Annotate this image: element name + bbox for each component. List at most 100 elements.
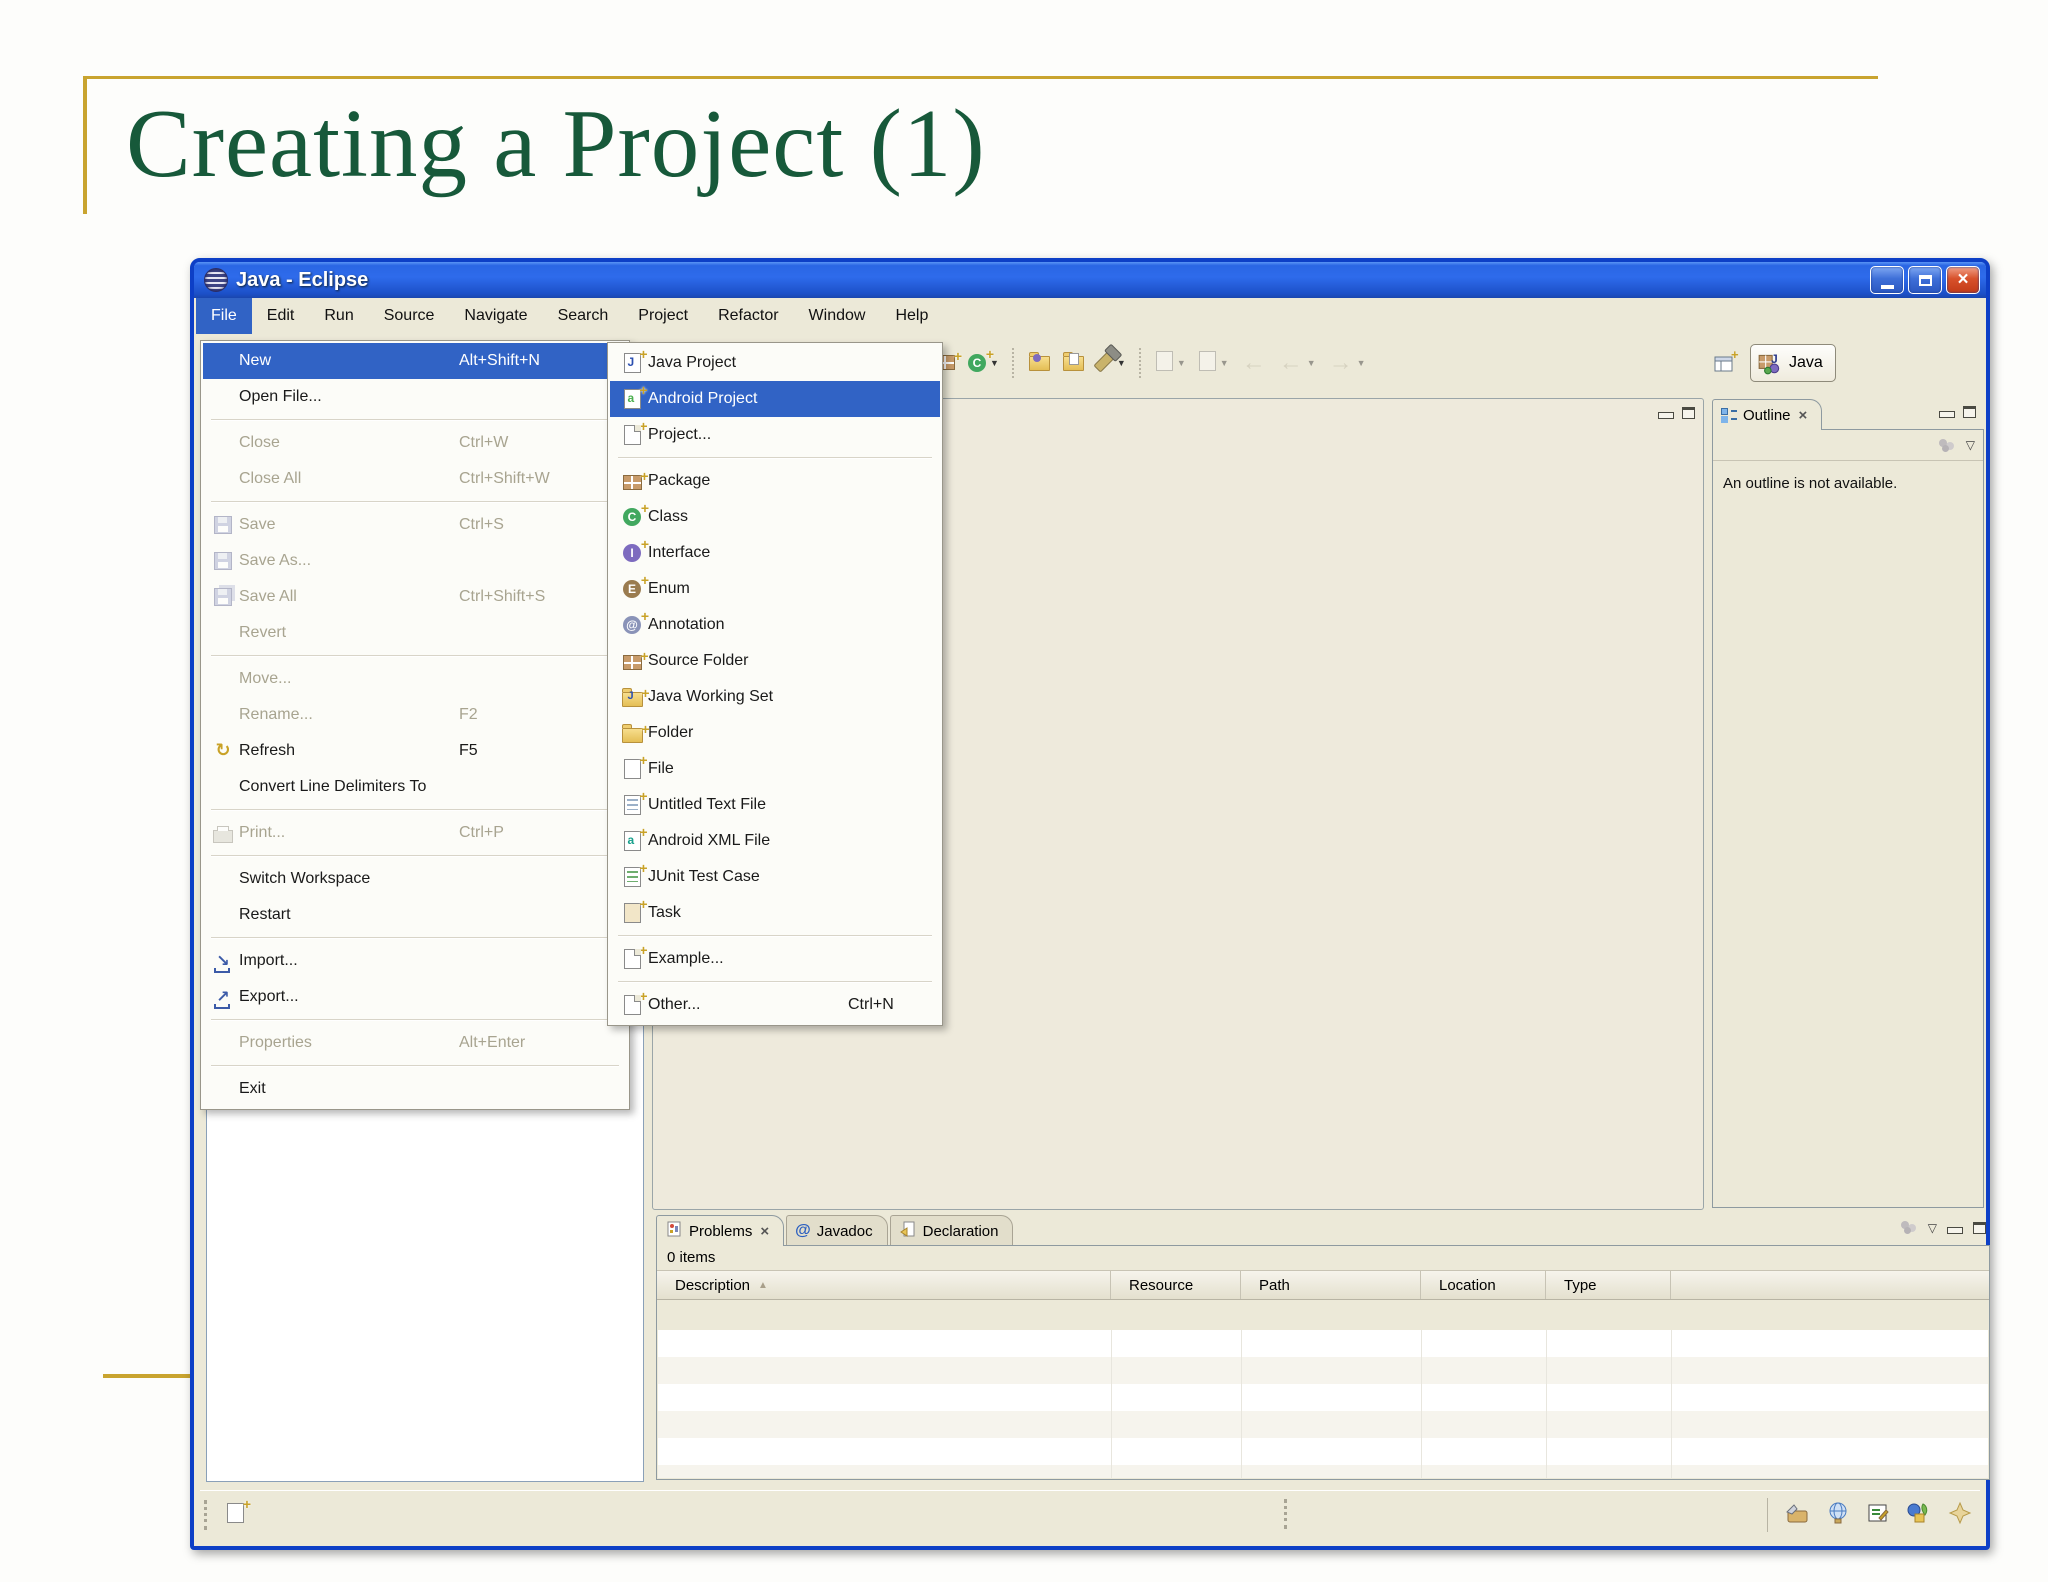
file-menu-item-import[interactable]: ↘ Import... [203, 943, 627, 979]
minimize-button[interactable] [1870, 266, 1904, 294]
back-button[interactable]: ← ▼ [1279, 351, 1316, 375]
open-perspective-button[interactable]: + [1710, 346, 1744, 378]
statusbar-grip-icon[interactable] [204, 1500, 211, 1530]
shapes-icon[interactable] [1906, 1502, 1932, 1529]
file-menu-item-convert-line-delimiters-to[interactable]: Convert Line Delimiters To▶ [203, 769, 627, 805]
star-icon[interactable] [1948, 1501, 1972, 1530]
file-menu-item-revert[interactable]: Revert [203, 615, 627, 651]
menu-window[interactable]: Window [794, 298, 881, 334]
new-submenu-item-class[interactable]: C + Class [610, 499, 940, 535]
outline-filter-icon[interactable] [1938, 438, 1956, 453]
file-menu-item-save-all[interactable]: Save All Ctrl+Shift+S [203, 579, 627, 615]
file-menu-item-exit[interactable]: Exit [203, 1071, 627, 1107]
minimize-editor-icon[interactable] [1658, 412, 1674, 419]
new-submenu-item-other[interactable]: + Other... Ctrl+N [610, 987, 940, 1023]
plugin-icon[interactable] [1784, 1502, 1810, 1529]
new-submenu-item-file[interactable]: + File [610, 751, 940, 787]
forward-button[interactable]: → ▼ [1329, 351, 1366, 375]
new-submenu-item-java-project[interactable]: J + Java Project [610, 345, 940, 381]
tasks-icon[interactable] [1866, 1502, 1890, 1529]
column-header-resource[interactable]: Resource [1111, 1271, 1241, 1299]
dropdown-arrow-icon[interactable]: ▼ [1220, 358, 1229, 368]
open-plugin-button[interactable] [1028, 351, 1050, 376]
file-menu-item-save[interactable]: Save Ctrl+S [203, 507, 627, 543]
new-submenu-item-source-folder[interactable]: + Source Folder [610, 643, 940, 679]
menu-run[interactable]: Run [309, 298, 368, 334]
window-titlebar[interactable]: Java - Eclipse × [194, 262, 1986, 298]
dropdown-arrow-icon[interactable]: ▼ [1117, 358, 1126, 368]
new-submenu-item-annotation[interactable]: @ + Annotation [610, 607, 940, 643]
new-submenu-item-enum[interactable]: E + Enum [610, 571, 940, 607]
maximize-outline-icon[interactable] [1963, 406, 1976, 418]
minimize-outline-icon[interactable] [1939, 411, 1955, 418]
new-submenu-item-java-working-set[interactable]: J + Java Working Set [610, 679, 940, 715]
menu-source[interactable]: Source [369, 298, 450, 334]
maximize-button[interactable] [1908, 266, 1942, 294]
new-class-button[interactable]: C + ▼ [968, 346, 999, 372]
minimize-problems-icon[interactable] [1947, 1226, 1963, 1234]
outline-view-menu-icon[interactable]: ▽ [1966, 438, 1975, 452]
junit-test-case-icon: + [616, 860, 648, 887]
file-menu-item-save-as[interactable]: Save As... [203, 543, 627, 579]
file-menu-item-switch-workspace[interactable]: Switch Workspace▶ [203, 861, 627, 897]
file-menu-item-move[interactable]: Move... [203, 661, 627, 697]
maximize-editor-icon[interactable] [1682, 407, 1695, 419]
column-header-path[interactable]: Path [1241, 1271, 1421, 1299]
last-edit-location-button[interactable]: ← [1242, 351, 1266, 375]
new-submenu-item-task[interactable]: + Task [610, 895, 940, 931]
close-outline-tab-icon[interactable]: × [1799, 407, 1808, 424]
menu-item-label: Folder [648, 724, 694, 741]
maximize-problems-icon[interactable] [1973, 1221, 1986, 1234]
tab-javadoc[interactable]: @ Javadoc [786, 1215, 888, 1246]
new-submenu-item-android-xml-file[interactable]: a + Android XML File [610, 823, 940, 859]
menu-search[interactable]: Search [543, 298, 624, 334]
new-submenu-item-interface[interactable]: I + Interface [610, 535, 940, 571]
file-menu-item-rename[interactable]: Rename... F2 [203, 697, 627, 733]
java-perspective-button[interactable]: J Java [1750, 344, 1836, 382]
close-button[interactable]: × [1946, 266, 1980, 294]
menu-help[interactable]: Help [880, 298, 943, 334]
menu-project[interactable]: Project [623, 298, 703, 334]
new-submenu-item-android-project[interactable]: a + Android Project [610, 381, 940, 417]
file-menu-item-refresh[interactable]: ↻ Refresh F5 [203, 733, 627, 769]
file-menu-item-close[interactable]: Close Ctrl+W [203, 425, 627, 461]
menu-navigate[interactable]: Navigate [449, 298, 542, 334]
close-problems-tab-icon[interactable]: × [760, 1223, 769, 1240]
statusbar-center-grip-icon[interactable] [1284, 1499, 1291, 1529]
fast-view-button[interactable]: + [227, 1496, 251, 1528]
menu-refactor[interactable]: Refactor [703, 298, 793, 334]
new-submenu-item-example[interactable]: + Example... [610, 941, 940, 977]
file-menu-item-print[interactable]: Print... Ctrl+P [203, 815, 627, 851]
dropdown-arrow-icon[interactable]: ▼ [1307, 358, 1316, 368]
file-menu-item-close-all[interactable]: Close All Ctrl+Shift+W [203, 461, 627, 497]
file-menu-item-new[interactable]: NewAlt+Shift+N▶ [203, 343, 627, 379]
new-wizard-button[interactable]: ▼ [1155, 350, 1186, 376]
search-button[interactable]: ▼ [1093, 350, 1126, 377]
new-submenu-item-folder[interactable]: + Folder [610, 715, 940, 751]
new-submenu-item-package[interactable]: + Package [610, 463, 940, 499]
problems-view-menu-icon[interactable]: ▽ [1928, 1221, 1937, 1235]
run-last-tool-button[interactable]: ▼ [1198, 350, 1229, 376]
dropdown-arrow-icon[interactable]: ▼ [1357, 358, 1366, 368]
tab-declaration[interactable]: Declaration [889, 1215, 1014, 1246]
new-submenu-item-junit-test-case[interactable]: + JUnit Test Case [610, 859, 940, 895]
tab-problems[interactable]: Problems × [656, 1215, 785, 1246]
problems-filter-icon[interactable] [1900, 1220, 1918, 1235]
web-browser-icon[interactable] [1826, 1502, 1850, 1529]
column-header-description[interactable]: Description ▲ [657, 1271, 1111, 1299]
open-folder-button[interactable] [1062, 351, 1084, 376]
file-menu-item-export[interactable]: ↗ Export... [203, 979, 627, 1015]
column-header-type[interactable]: Type [1546, 1271, 1671, 1299]
menu-file[interactable]: File [196, 298, 252, 334]
print-icon [207, 824, 239, 843]
file-menu-item-properties[interactable]: Properties Alt+Enter [203, 1025, 627, 1061]
tab-outline[interactable]: Outline × [1712, 399, 1823, 430]
file-menu-item-restart[interactable]: Restart [203, 897, 627, 933]
new-submenu-item-project[interactable]: + Project... [610, 417, 940, 453]
column-header-location[interactable]: Location [1421, 1271, 1546, 1299]
file-menu-item-open-file[interactable]: Open File... [203, 379, 627, 415]
menu-item-label: Print... [239, 824, 286, 841]
menu-edit[interactable]: Edit [252, 298, 310, 334]
dropdown-arrow-icon[interactable]: ▼ [1177, 358, 1186, 368]
new-submenu-item-untitled-text-file[interactable]: + Untitled Text File [610, 787, 940, 823]
